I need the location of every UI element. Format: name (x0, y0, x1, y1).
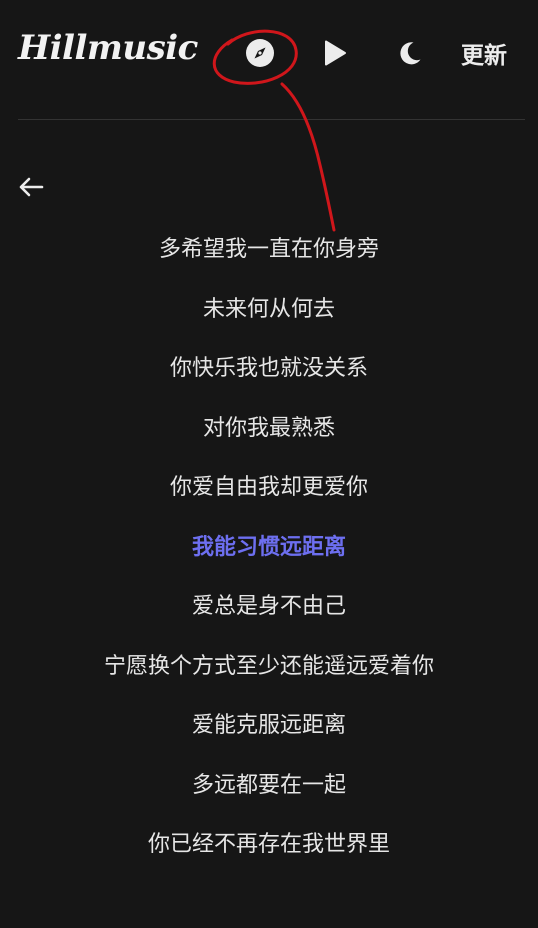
lyric-line-active[interactable]: 我能习惯远距离 (0, 518, 538, 578)
moon-icon (400, 42, 421, 65)
app-header: Hillmusic 更新 (0, 0, 538, 108)
lyrics-list: 多希望我一直在你身旁 未来何从何去 你快乐我也就没关系 对你我最熟悉 你爱自由我… (0, 220, 538, 875)
lyric-line[interactable]: 多远都要在一起 (0, 756, 538, 816)
lyric-line[interactable]: 爱总是身不由己 (0, 577, 538, 637)
lyric-line[interactable]: 你爱自由我却更爱你 (0, 458, 538, 518)
lyric-line[interactable]: 未来何从何去 (0, 280, 538, 340)
back-button[interactable] (14, 170, 48, 204)
compass-icon (246, 39, 274, 67)
compass-button[interactable] (240, 33, 280, 73)
dark-mode-toggle[interactable] (393, 36, 427, 70)
header-divider (18, 119, 525, 120)
lyric-line[interactable]: 对你我最熟悉 (0, 399, 538, 459)
lyric-line[interactable]: 多希望我一直在你身旁 (0, 220, 538, 280)
lyric-line[interactable]: 爱能克服远距离 (0, 696, 538, 756)
app-logo[interactable]: Hillmusic (18, 28, 198, 68)
update-button[interactable]: 更新 (452, 34, 516, 72)
lyric-line[interactable]: 你快乐我也就没关系 (0, 339, 538, 399)
play-icon (325, 40, 346, 66)
lyric-line[interactable]: 宁愿换个方式至少还能遥远爱着你 (0, 637, 538, 697)
play-button[interactable] (318, 36, 352, 70)
arrow-left-icon (19, 177, 44, 197)
lyric-line[interactable]: 你已经不再存在我世界里 (0, 815, 538, 875)
